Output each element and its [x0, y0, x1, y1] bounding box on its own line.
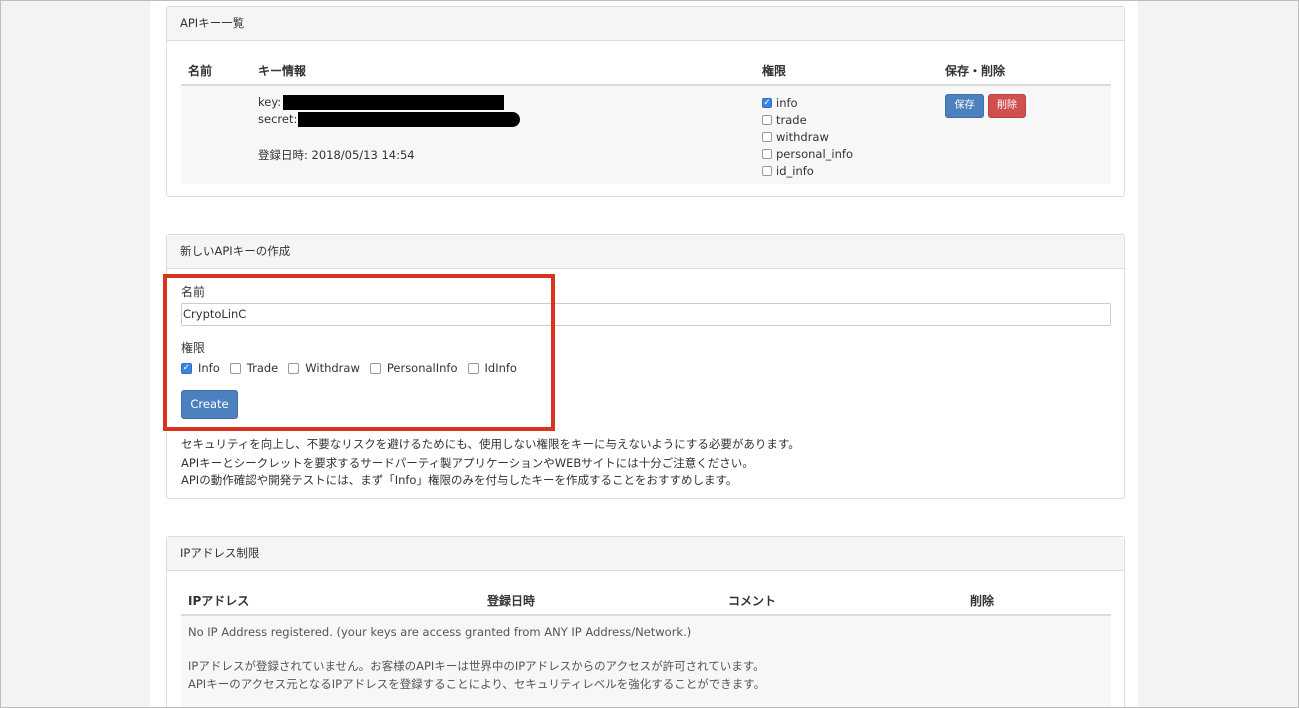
column-header-name: 名前 — [188, 64, 213, 78]
checkbox-unchecked[interactable] — [288, 362, 300, 374]
name-input[interactable]: CryptoLinC — [181, 303, 1111, 326]
permission-label: info — [776, 96, 798, 110]
redacted-secret — [298, 112, 520, 127]
permission-option-info[interactable]: ✓ Info — [181, 361, 220, 375]
security-note-1: セキュリティを向上し、不要なリスクを避けるためにも、使用しない権限をキーに与えな… — [181, 437, 800, 451]
secret-label: secret: — [258, 112, 298, 126]
empty-message-ja-2: APIキーのアクセス元となるIPアドレスを登録することにより、セキュリティレベル… — [188, 677, 766, 691]
permission-label: trade — [776, 113, 807, 127]
permission-item: withdraw — [762, 130, 829, 144]
panel-title: IPアドレス制限 — [167, 537, 1124, 571]
checkbox-unchecked[interactable] — [369, 362, 381, 374]
checkbox-checked[interactable]: ✓ — [181, 362, 192, 374]
column-header-comment: コメント — [728, 594, 777, 608]
redacted-key — [283, 95, 504, 110]
permission-label: 権限 — [181, 341, 206, 355]
permission-option-label: IdInfo — [484, 361, 517, 375]
checkbox-checked[interactable]: ✓ — [762, 98, 772, 108]
key-label: key: — [258, 95, 282, 109]
permission-option-label: Info — [198, 361, 220, 375]
column-header-ip: IPアドレス — [188, 594, 250, 608]
permission-item: personal_info — [762, 147, 853, 161]
checkbox-unchecked[interactable] — [762, 149, 772, 159]
save-button[interactable]: 保存 — [945, 94, 984, 118]
permission-label: id_info — [776, 164, 814, 178]
permission-item: ✓ info — [762, 96, 798, 110]
column-header-save-delete: 保存・削除 — [945, 64, 1006, 78]
delete-button[interactable]: 削除 — [988, 94, 1026, 118]
permission-option-personalinfo[interactable]: PersonalInfo — [369, 361, 458, 375]
permission-option-label: Trade — [246, 361, 279, 375]
main-content: APIキー一覧 名前 キー情報 権限 保存・削除 key: secret: 登録… — [150, 0, 1138, 708]
permission-item: id_info — [762, 164, 814, 178]
empty-message-ja-1: IPアドレスが登録されていません。お客様のAPIキーは世界中のIPアドレスからの… — [188, 659, 765, 673]
checkbox-unchecked[interactable] — [467, 362, 479, 374]
permission-label: withdraw — [776, 130, 829, 144]
permission-option-withdraw[interactable]: Withdraw — [288, 361, 360, 375]
permission-option-trade[interactable]: Trade — [229, 361, 279, 375]
column-header-permissions: 権限 — [762, 64, 787, 78]
column-header-delete: 削除 — [970, 594, 995, 608]
column-header-key-info: キー情報 — [258, 64, 307, 78]
name-label: 名前 — [181, 285, 206, 299]
create-api-key-panel: 新しいAPIキーの作成 名前 CryptoLinC 権限 ✓ Info Trade W… — [166, 234, 1125, 499]
checkbox-unchecked[interactable] — [762, 115, 772, 125]
permission-option-label: PersonalInfo — [386, 361, 458, 375]
permission-item: trade — [762, 113, 807, 127]
permission-option-label: Withdraw — [305, 361, 360, 375]
column-header-registered: 登録日時 — [487, 594, 536, 608]
permission-checkbox-row: ✓ Info Trade Withdraw PersonalInfo IdInfo — [181, 361, 527, 375]
security-note-2: APIキーとシークレットを要求するサードパーティ製アプリケーションやWEBサイト… — [181, 456, 754, 470]
checkbox-unchecked[interactable] — [229, 362, 241, 374]
permission-label: personal_info — [776, 147, 853, 161]
registered-time: 登録日時: 2018/05/13 14:54 — [258, 148, 415, 162]
create-button[interactable]: Create — [181, 390, 238, 419]
permission-option-idinfo[interactable]: IdInfo — [467, 361, 517, 375]
checkbox-unchecked[interactable] — [762, 166, 772, 176]
api-key-list-panel: APIキー一覧 名前 キー情報 権限 保存・削除 key: secret: 登録… — [166, 6, 1125, 197]
ip-restriction-panel: IPアドレス制限 IPアドレス 登録日時 コメント 削除 No IP Addre… — [166, 536, 1125, 708]
empty-message-en: No IP Address registered. (your keys are… — [188, 625, 692, 639]
panel-title: 新しいAPIキーの作成 — [167, 235, 1124, 269]
security-note-3: APIの動作確認や開発テストには、まず「Info」権限のみを付与したキーを作成す… — [181, 473, 738, 487]
checkbox-unchecked[interactable] — [762, 132, 772, 142]
panel-title: APIキー一覧 — [167, 7, 1124, 41]
